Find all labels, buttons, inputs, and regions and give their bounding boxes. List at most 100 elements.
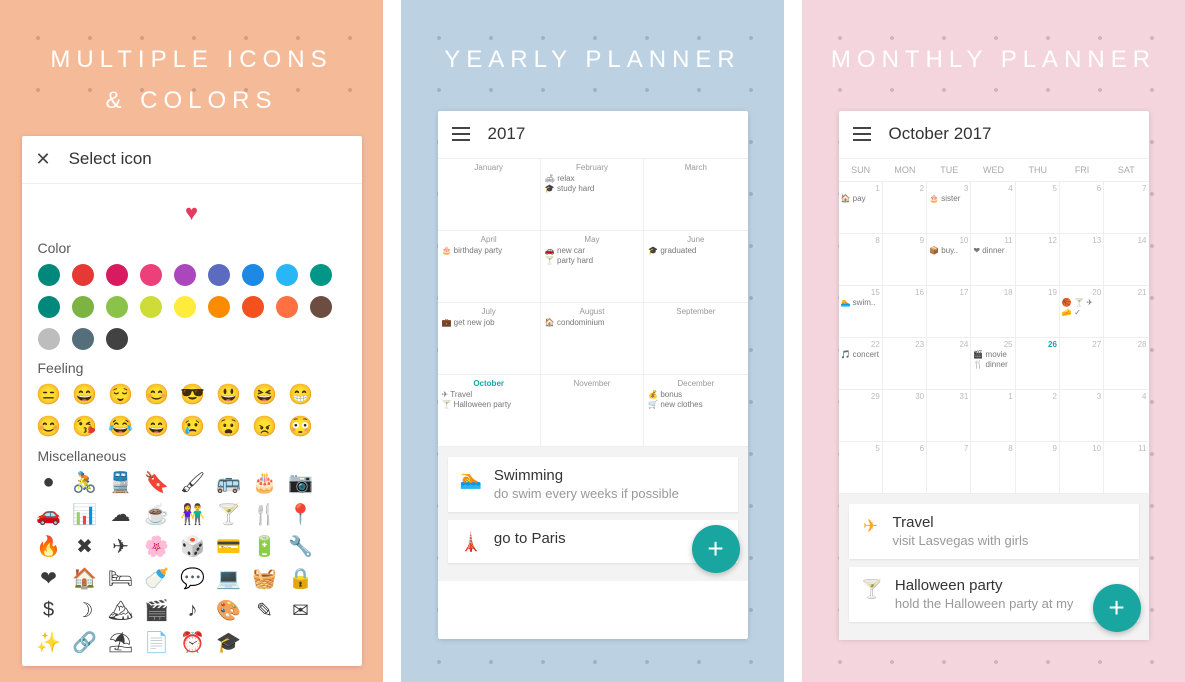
color-swatch[interactable] [276, 264, 298, 286]
task-card[interactable]: ✈Travelvisit Lasvegas with girls [849, 504, 1139, 559]
feeling-icon[interactable]: 😳 [290, 416, 312, 438]
day-cell[interactable]: 27 [1060, 338, 1104, 390]
feeling-icon[interactable]: 😄 [146, 416, 168, 438]
day-cell[interactable]: 14 [1104, 234, 1148, 286]
year-cell[interactable]: July💼 get new job [438, 303, 541, 375]
feeling-icon[interactable]: 😧 [218, 416, 240, 438]
feeling-icon[interactable]: 😁 [290, 384, 312, 406]
feeling-icon[interactable]: 😑 [38, 384, 60, 406]
misc-icon[interactable]: 🚌 [218, 472, 240, 494]
feeling-icon[interactable]: 😃 [218, 384, 240, 406]
day-cell[interactable]: 6 [883, 442, 927, 494]
feeling-icon[interactable]: 😢 [182, 416, 204, 438]
feeling-icon[interactable]: 😎 [182, 384, 204, 406]
color-swatch[interactable] [310, 296, 332, 318]
day-cell[interactable]: 15🏊 swim.. [839, 286, 883, 338]
year-cell[interactable]: March [644, 159, 747, 231]
color-swatch[interactable] [208, 296, 230, 318]
day-cell[interactable]: 11❤ dinner [971, 234, 1015, 286]
misc-icon[interactable]: 🔒 [290, 568, 312, 590]
year-cell[interactable]: February🛋 relax🎓 study hard [541, 159, 644, 231]
misc-icon[interactable]: ⛱ [110, 632, 132, 654]
misc-icon[interactable]: 📍 [290, 504, 312, 526]
misc-icon[interactable]: ✖ [74, 536, 96, 558]
day-cell[interactable]: 20🏀 🍸 ✈🧀 ✓ [1060, 286, 1104, 338]
misc-icon[interactable]: 📄 [146, 632, 168, 654]
misc-icon[interactable]: 🏔 [110, 600, 132, 622]
feeling-icon[interactable]: 😌 [110, 384, 132, 406]
day-cell[interactable]: 21 [1104, 286, 1148, 338]
misc-icon[interactable]: 🎬 [146, 600, 168, 622]
menu-icon[interactable] [452, 127, 470, 141]
day-cell[interactable]: 16 [883, 286, 927, 338]
misc-icon[interactable]: 🛏 [110, 568, 132, 590]
color-swatch[interactable] [38, 296, 60, 318]
misc-icon[interactable]: 🔧 [290, 536, 312, 558]
year-cell[interactable]: October✈ Travel🍸 Halloween party [438, 375, 541, 447]
day-cell[interactable]: 2 [1016, 390, 1060, 442]
menu-icon[interactable] [853, 127, 871, 141]
day-cell[interactable]: 5 [839, 442, 883, 494]
misc-icon[interactable]: ⏰ [182, 632, 204, 654]
day-cell[interactable]: 19 [1016, 286, 1060, 338]
day-cell[interactable]: 9 [883, 234, 927, 286]
day-cell[interactable]: 2 [883, 182, 927, 234]
color-swatch[interactable] [242, 264, 264, 286]
feeling-icon[interactable]: 😘 [74, 416, 96, 438]
day-cell[interactable]: 7 [1104, 182, 1148, 234]
misc-icon[interactable]: 🏠 [74, 568, 96, 590]
misc-icon[interactable]: 📊 [74, 504, 96, 526]
color-swatch[interactable] [174, 264, 196, 286]
misc-icon[interactable]: ☕ [146, 504, 168, 526]
add-button[interactable]: + [1093, 584, 1141, 632]
day-cell[interactable]: 7 [927, 442, 971, 494]
day-cell[interactable]: 30 [883, 390, 927, 442]
day-cell[interactable]: 10 [1060, 442, 1104, 494]
day-cell[interactable]: 24 [927, 338, 971, 390]
misc-icon[interactable]: 🖌 [182, 472, 204, 494]
misc-icon[interactable]: $ [38, 600, 60, 622]
misc-icon[interactable]: ❤ [38, 568, 60, 590]
misc-icon[interactable]: ☽ [74, 600, 96, 622]
misc-icon[interactable]: 🎂 [254, 472, 276, 494]
misc-icon[interactable]: 💬 [182, 568, 204, 590]
misc-icon[interactable]: 🔋 [254, 536, 276, 558]
year-cell[interactable]: January [438, 159, 541, 231]
color-swatch[interactable] [174, 296, 196, 318]
misc-icon[interactable]: 📷 [290, 472, 312, 494]
day-cell[interactable]: 23 [883, 338, 927, 390]
day-cell[interactable]: 1 [971, 390, 1015, 442]
day-cell[interactable]: 9 [1016, 442, 1060, 494]
misc-icon[interactable]: 🚴 [74, 472, 96, 494]
day-cell[interactable]: 12 [1016, 234, 1060, 286]
day-cell[interactable]: 18 [971, 286, 1015, 338]
day-cell[interactable]: 22🎵 concert [839, 338, 883, 390]
color-swatch[interactable] [72, 328, 94, 350]
day-cell[interactable]: 6 [1060, 182, 1104, 234]
year-cell[interactable]: September [644, 303, 747, 375]
day-cell[interactable]: 4 [1104, 390, 1148, 442]
feeling-icon[interactable]: 😊 [38, 416, 60, 438]
color-swatch[interactable] [310, 264, 332, 286]
day-cell[interactable]: 28 [1104, 338, 1148, 390]
day-cell[interactable]: 31 [927, 390, 971, 442]
day-cell[interactable]: 29 [839, 390, 883, 442]
misc-icon[interactable]: 💻 [218, 568, 240, 590]
misc-icon[interactable]: 🧺 [254, 568, 276, 590]
feeling-icon[interactable]: 😂 [110, 416, 132, 438]
day-cell[interactable]: 1🏠 pay [839, 182, 883, 234]
year-cell[interactable]: December💰 bonus🛒 new clothes [644, 375, 747, 447]
misc-icon[interactable]: 🚗 [38, 504, 60, 526]
misc-icon[interactable]: ✎ [254, 600, 276, 622]
day-cell[interactable]: 11 [1104, 442, 1148, 494]
color-swatch[interactable] [72, 296, 94, 318]
day-cell[interactable]: 13 [1060, 234, 1104, 286]
feeling-icon[interactable]: 😆 [254, 384, 276, 406]
color-swatch[interactable] [276, 296, 298, 318]
color-swatch[interactable] [242, 296, 264, 318]
misc-icon[interactable]: 🔖 [146, 472, 168, 494]
color-swatch[interactable] [38, 264, 60, 286]
day-cell[interactable]: 8 [971, 442, 1015, 494]
misc-icon[interactable]: 💳 [218, 536, 240, 558]
year-cell[interactable]: June🎓 graduated [644, 231, 747, 303]
